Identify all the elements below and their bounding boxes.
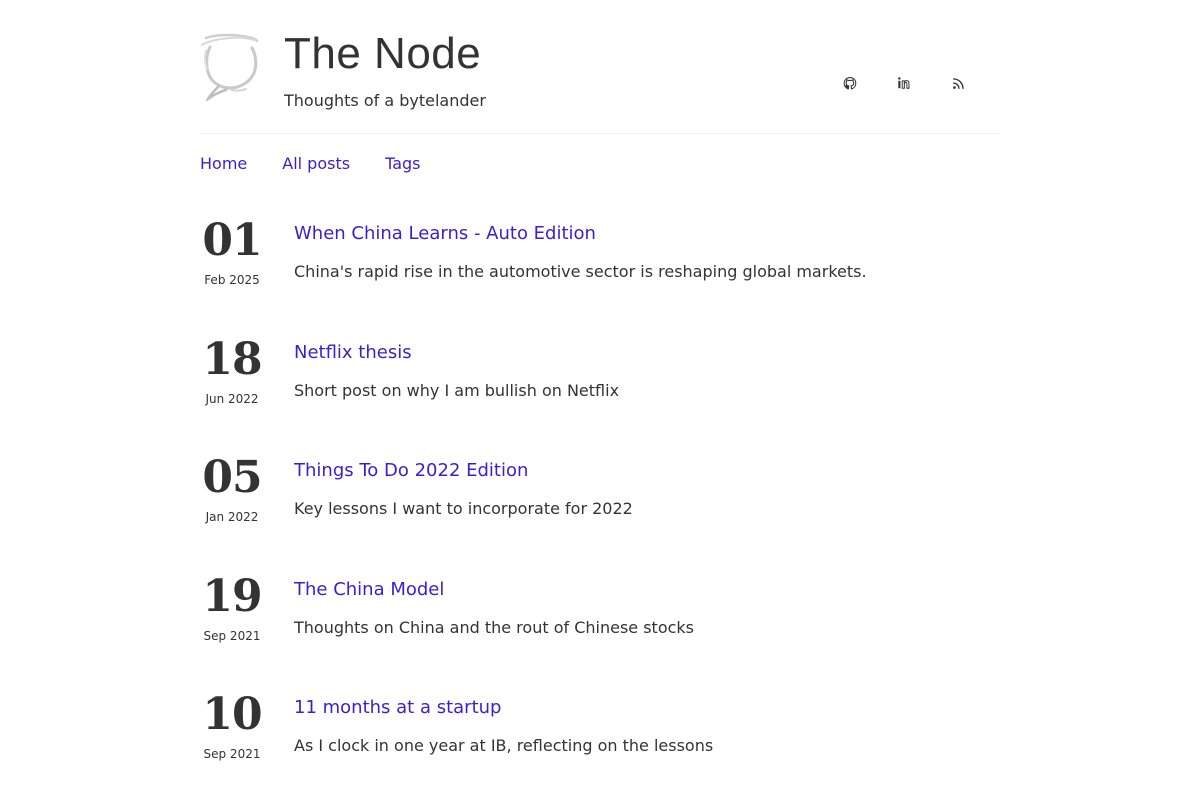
post-description: Key lessons I want to incorporate for 20… xyxy=(294,499,633,518)
site-header: The Node Thoughts of a bytelander xyxy=(200,0,1000,134)
post-date: 19 Sep 2021 xyxy=(200,572,264,644)
post-date: 05 Jan 2022 xyxy=(200,453,264,525)
post-day: 19 xyxy=(202,571,262,622)
post-title-link[interactable]: Things To Do 2022 Edition xyxy=(294,459,528,483)
nav-tags-link[interactable]: Tags xyxy=(385,152,420,176)
post-description: Short post on why I am bullish on Netfli… xyxy=(294,381,620,400)
post-month-year: Jun 2022 xyxy=(205,392,259,406)
post-item: 19 Sep 2021 The China Model Thoughts on … xyxy=(200,572,1000,672)
post-item: 18 Jun 2022 Netflix thesis Short post on… xyxy=(200,335,1000,435)
post-month-year: Sep 2021 xyxy=(203,747,261,761)
post-month-year: Jan 2022 xyxy=(205,510,259,524)
post-description: As I clock in one year at IB, reflecting… xyxy=(294,736,714,755)
rss-icon xyxy=(952,77,964,89)
linkedin-link[interactable] xyxy=(894,73,914,93)
avatar-logo[interactable] xyxy=(200,33,262,103)
avatar-sketch-icon xyxy=(201,33,259,103)
post-day: 05 xyxy=(202,452,262,503)
github-link[interactable] xyxy=(840,73,860,93)
post-date: 18 Jun 2022 xyxy=(200,335,264,407)
post-title-link[interactable]: When China Learns - Auto Edition xyxy=(294,222,596,246)
post-item: 05 Jan 2022 Things To Do 2022 Edition Ke… xyxy=(200,453,1000,553)
post-title-link[interactable]: Netflix thesis xyxy=(294,341,412,365)
post-item: 01 Feb 2025 When China Learns - Auto Edi… xyxy=(200,216,1000,316)
rss-link[interactable] xyxy=(948,73,968,93)
post-title-link[interactable]: 11 months at a startup xyxy=(294,696,501,720)
post-day: 01 xyxy=(202,215,262,266)
post-item: 10 Sep 2021 11 months at a startup As I … xyxy=(200,690,1000,790)
page: The Node Thoughts of a bytelander Home A… xyxy=(0,0,1200,800)
nav-all-posts-link[interactable]: All posts xyxy=(282,152,350,176)
nav-home-link[interactable]: Home xyxy=(200,152,247,176)
post-month-year: Feb 2025 xyxy=(204,273,260,287)
post-description: Thoughts on China and the rout of Chines… xyxy=(294,618,694,637)
linkedin-icon xyxy=(898,77,910,89)
post-day: 18 xyxy=(202,334,262,385)
post-date: 10 Sep 2021 xyxy=(200,690,264,762)
github-icon xyxy=(843,76,857,89)
post-title-link[interactable]: The China Model xyxy=(294,578,444,602)
post-description: China's rapid rise in the automotive sec… xyxy=(294,262,867,281)
site-title[interactable]: The Node xyxy=(284,28,481,80)
site-subtitle: Thoughts of a bytelander xyxy=(284,91,486,110)
post-date: 01 Feb 2025 xyxy=(200,216,264,288)
main-nav: Home All posts Tags xyxy=(200,152,455,176)
post-day: 10 xyxy=(202,689,262,740)
post-month-year: Sep 2021 xyxy=(203,629,261,643)
